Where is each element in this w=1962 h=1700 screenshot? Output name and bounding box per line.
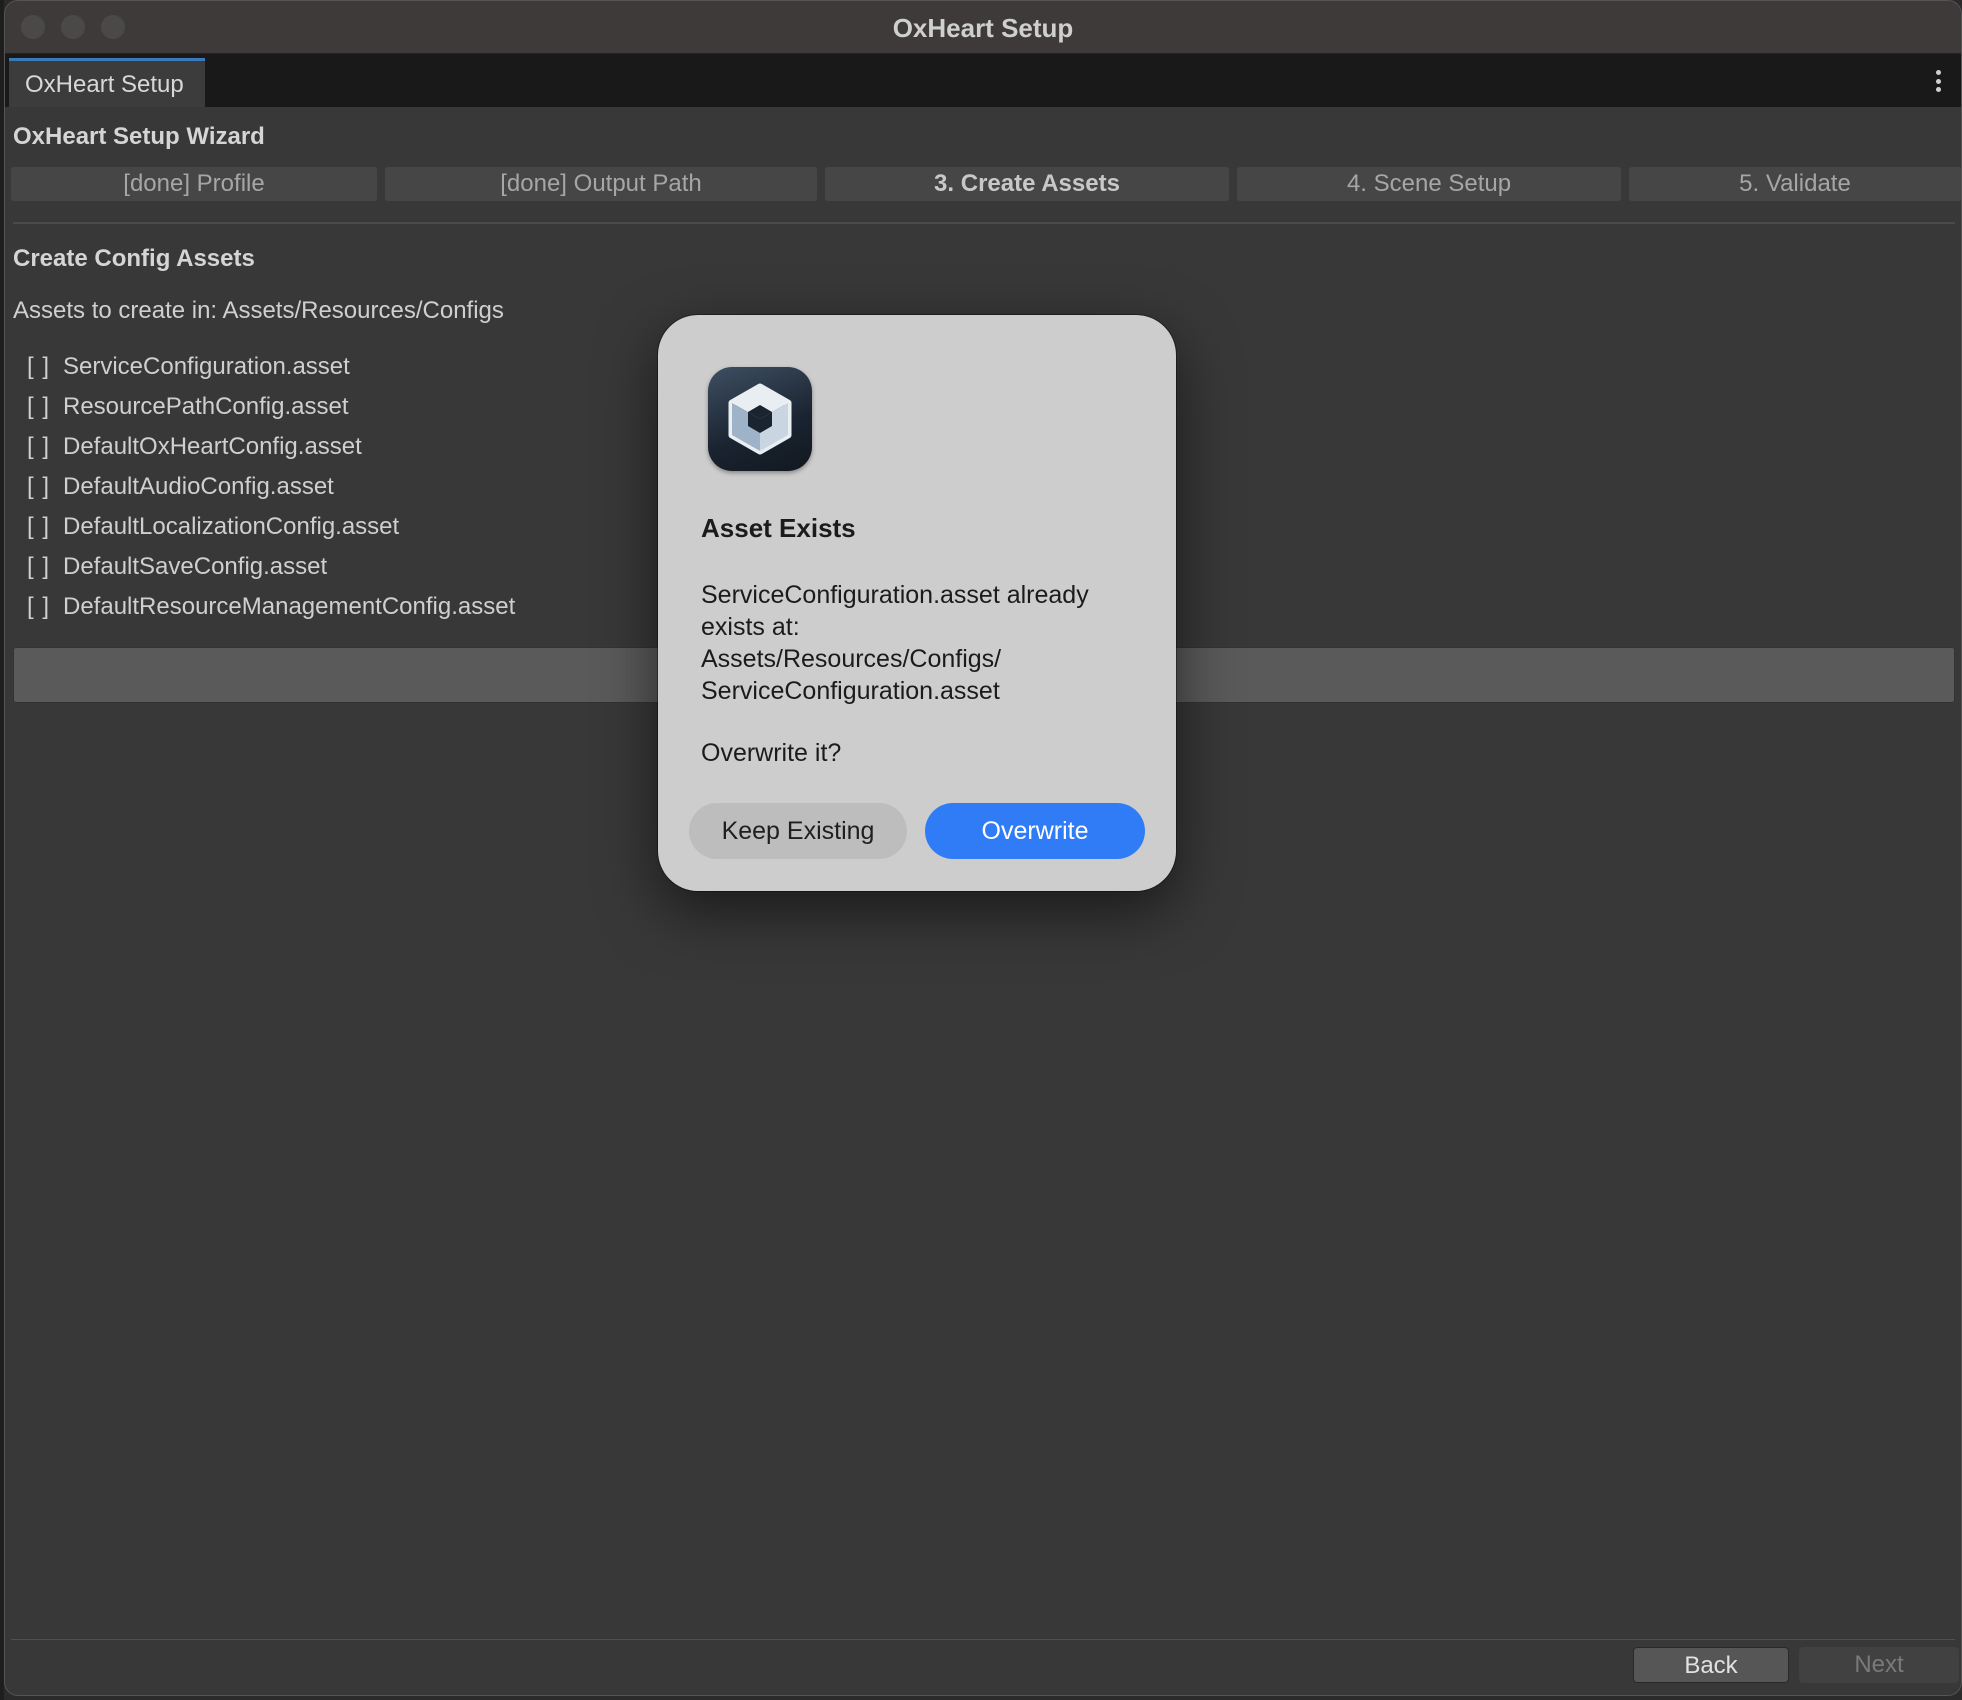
dialog-title: Asset Exists	[701, 513, 856, 543]
dialog-message-line: exists at:	[701, 613, 800, 641]
step-profile[interactable]: [done] Profile	[11, 167, 377, 201]
checkbox-marker: [ ]	[27, 433, 51, 460]
list-item: [ ] DefaultOxHeartConfig.asset	[27, 427, 515, 467]
list-item: [ ] DefaultSaveConfig.asset	[27, 547, 515, 587]
tab-oxheart-setup[interactable]: OxHeart Setup	[9, 58, 205, 107]
step-output-path[interactable]: [done] Output Path	[385, 167, 817, 201]
step-validate[interactable]: 5. Validate	[1629, 167, 1961, 201]
step-bar: [done] Profile [done] Output Path 3. Cre…	[11, 167, 1961, 201]
asset-name: ResourcePathConfig.asset	[63, 393, 349, 420]
asset-name: DefaultAudioConfig.asset	[63, 473, 334, 500]
list-item: [ ] DefaultAudioConfig.asset	[27, 467, 515, 507]
list-item: [ ] DefaultResourceManagementConfig.asset	[27, 587, 515, 627]
title-bar: OxHeart Setup	[5, 1, 1961, 54]
keep-existing-button[interactable]: Keep Existing	[689, 803, 907, 859]
dialog-message-line: ServiceConfiguration.asset already	[701, 581, 1089, 609]
asset-name: DefaultSaveConfig.asset	[63, 553, 328, 580]
overwrite-button[interactable]: Overwrite	[925, 803, 1145, 859]
asset-list: [ ] ServiceConfiguration.asset [ ] Resourc…	[27, 347, 515, 627]
tab-strip: OxHeart Setup	[5, 54, 1961, 107]
divider	[13, 222, 1955, 224]
asset-name: DefaultOxHeartConfig.asset	[63, 433, 362, 460]
asset-name: ServiceConfiguration.asset	[63, 353, 350, 380]
section-title: Create Config Assets	[13, 245, 255, 272]
checkbox-marker: [ ]	[27, 513, 51, 540]
checkbox-marker: [ ]	[27, 473, 51, 500]
list-item: [ ] DefaultLocalizationConfig.asset	[27, 507, 515, 547]
editor-window: OxHeart Setup OxHeart Setup OxHeart Setu…	[4, 0, 1962, 1696]
checkbox-marker: [ ]	[27, 353, 51, 380]
window-title: OxHeart Setup	[892, 13, 1074, 43]
dialog-message-line: Assets/Resources/Configs/	[701, 645, 1002, 673]
checkbox-marker: [ ]	[27, 393, 51, 420]
unity-icon	[708, 367, 812, 471]
asset-name: DefaultResourceManagementConfig.asset	[63, 593, 516, 620]
next-button[interactable]: Next	[1799, 1647, 1959, 1683]
dialog-question: Overwrite it?	[701, 739, 842, 767]
back-button[interactable]: Back	[1633, 1647, 1789, 1683]
step-scene-setup[interactable]: 4. Scene Setup	[1237, 167, 1621, 201]
asset-exists-dialog: Asset Exists ServiceConfiguration.asset …	[658, 315, 1176, 891]
dialog-message-line: ServiceConfiguration.asset	[701, 677, 1000, 705]
footer-divider	[11, 1639, 1955, 1640]
target-path-label: Assets to create in: Assets/Resources/Co…	[13, 297, 504, 324]
list-item: [ ] ResourcePathConfig.asset	[27, 387, 515, 427]
dialog-message: ServiceConfiguration.asset already exist…	[701, 579, 1141, 707]
step-create-assets[interactable]: 3. Create Assets	[825, 167, 1229, 201]
asset-name: DefaultLocalizationConfig.asset	[63, 513, 400, 540]
checkbox-marker: [ ]	[27, 553, 51, 580]
more-options-icon[interactable]	[1935, 70, 1941, 92]
list-item: [ ] ServiceConfiguration.asset	[27, 347, 515, 387]
checkbox-marker: [ ]	[27, 593, 51, 620]
wizard-title: OxHeart Setup Wizard	[13, 123, 265, 150]
